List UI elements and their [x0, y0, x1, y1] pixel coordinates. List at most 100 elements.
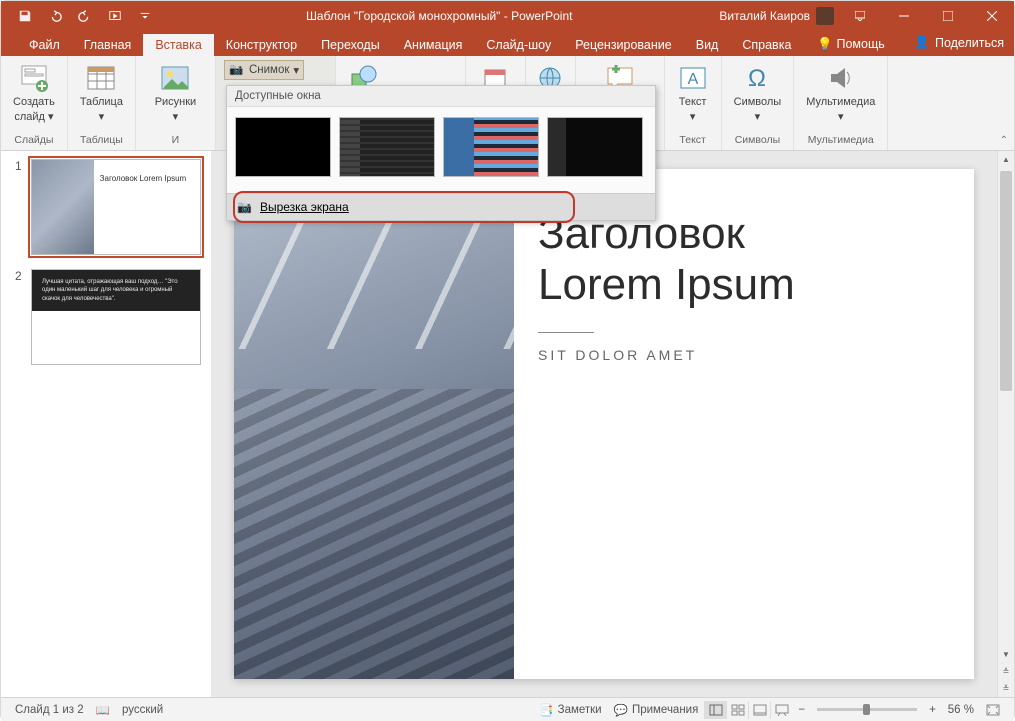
slide-text-area[interactable]: Заголовок Lorem Ipsum SIT DOLOR AMET — [514, 169, 974, 679]
share-icon: 👤 — [914, 35, 930, 50]
thumb-preview-2: Лучшая цитата, отражающая ваш подход… "Э… — [31, 269, 201, 365]
group-tables: Таблица▾ Таблицы — [68, 56, 136, 150]
table-icon — [85, 62, 117, 94]
group-images-label: И — [172, 132, 180, 148]
prev-slide-button[interactable]: ≙ — [998, 663, 1014, 680]
qat-customize-button[interactable] — [131, 2, 159, 30]
slide-editor[interactable]: Заголовок Lorem Ipsum SIT DOLOR AMET — [211, 151, 997, 697]
next-slide-button[interactable]: ≚ — [998, 680, 1014, 697]
new-slide-icon — [18, 62, 50, 94]
book-icon: 📖 — [96, 703, 110, 717]
camera-icon: 📷 — [229, 62, 245, 78]
slide-thumb-1[interactable]: 1 Заголовок Lorem Ipsum — [15, 159, 207, 255]
notes-button[interactable]: 📑Заметки — [533, 703, 607, 717]
symbols-button[interactable]: Ω Символы▾ — [730, 60, 786, 126]
account-area[interactable]: Виталий Каиров — [719, 7, 838, 25]
screen-clipping-button[interactable]: 📷 Вырезка экрана — [227, 193, 655, 220]
save-button[interactable] — [11, 2, 39, 30]
slideshow-view-button[interactable] — [770, 701, 792, 719]
user-avatar — [816, 7, 834, 25]
chevron-down-icon: ▾ — [293, 63, 299, 77]
current-slide: Заголовок Lorem Ipsum SIT DOLOR AMET — [234, 169, 974, 679]
group-slides: Создать слайд ▾ Слайды — [1, 56, 68, 150]
slide-subtitle[interactable]: SIT DOLOR AMET — [538, 347, 950, 363]
window-thumb-1[interactable] — [235, 117, 331, 177]
fit-to-window-button[interactable] — [980, 704, 1006, 716]
language-button[interactable]: русский — [116, 704, 169, 716]
media-button[interactable]: Мультимедиа▾ — [802, 60, 879, 126]
scroll-up-button[interactable]: ▲ — [998, 151, 1014, 168]
text-box-button[interactable]: A Текст▾ — [673, 60, 713, 126]
ribbon-tabs: Файл Главная Вставка Конструктор Переход… — [1, 31, 1014, 56]
group-media: Мультимедиа▾ Мультимедиа — [794, 56, 888, 150]
tab-insert[interactable]: Вставка — [143, 34, 213, 56]
window-title: Шаблон "Городской монохромный" - PowerPo… — [159, 9, 719, 23]
tell-me-button[interactable]: 💡 Помощь — [805, 33, 896, 56]
workspace: 1 Заголовок Lorem Ipsum 2 Лучшая цитата,… — [1, 151, 1014, 697]
lightbulb-icon: 💡 — [817, 37, 833, 51]
user-name: Виталий Каиров — [719, 9, 810, 23]
screenshot-dropdown: Доступные окна 📷 Вырезка экрана — [226, 85, 656, 221]
quick-access-toolbar — [1, 2, 159, 30]
tab-review[interactable]: Рецензирование — [563, 34, 684, 56]
zoom-level[interactable]: 56 % — [942, 704, 980, 716]
speaker-icon — [825, 62, 857, 94]
thumb-preview-1: Заголовок Lorem Ipsum — [31, 159, 201, 255]
pictures-button[interactable]: Рисунки▾ — [151, 60, 201, 126]
statusbar: Слайд 1 из 2 📖 русский 📑Заметки 💬Примеча… — [1, 697, 1014, 721]
redo-button[interactable] — [71, 2, 99, 30]
comments-icon: 💬 — [614, 703, 628, 717]
tab-help[interactable]: Справка — [730, 34, 803, 56]
minimize-button[interactable] — [882, 1, 926, 31]
comments-button[interactable]: 💬Примечания — [608, 703, 705, 717]
scroll-thumb[interactable] — [1000, 171, 1012, 391]
spellcheck-button[interactable]: 📖 — [90, 703, 116, 717]
ribbon-display-options-button[interactable] — [838, 1, 882, 31]
titlebar: Шаблон "Городской монохромный" - PowerPo… — [1, 1, 1014, 31]
tab-file[interactable]: Файл — [17, 34, 72, 56]
window-thumb-4[interactable] — [547, 117, 643, 177]
zoom-slider[interactable] — [817, 708, 917, 711]
svg-text:Ω: Ω — [748, 65, 766, 92]
omega-icon: Ω — [741, 62, 773, 94]
slide-thumb-2[interactable]: 2 Лучшая цитата, отражающая ваш подход… … — [15, 269, 207, 365]
divider — [538, 332, 594, 333]
picture-icon — [159, 62, 191, 94]
group-symbols: Ω Символы▾ Символы — [722, 56, 795, 150]
group-images: Рисунки▾ И — [136, 56, 216, 150]
available-windows-list — [227, 107, 655, 193]
tab-transitions[interactable]: Переходы — [309, 34, 392, 56]
undo-button[interactable] — [41, 2, 69, 30]
collapse-ribbon-button[interactable]: ⌃ — [1000, 135, 1008, 146]
scroll-down-button[interactable]: ▼ — [998, 646, 1014, 663]
reading-view-button[interactable] — [748, 701, 770, 719]
screenshot-button[interactable]: 📷 Снимок ▾ — [224, 60, 304, 80]
notes-icon: 📑 — [539, 703, 553, 717]
tab-view[interactable]: Вид — [684, 34, 731, 56]
share-button[interactable]: 👤 Поделиться — [914, 35, 1004, 50]
new-slide-button[interactable]: Создать слайд ▾ — [9, 60, 59, 126]
table-button[interactable]: Таблица▾ — [76, 60, 127, 126]
vertical-scrollbar[interactable]: ▲ ▼ ≙ ≚ — [997, 151, 1014, 697]
zoom-out-button[interactable]: − — [792, 704, 811, 716]
start-from-beginning-button[interactable] — [101, 2, 129, 30]
slide-counter[interactable]: Слайд 1 из 2 — [9, 704, 90, 716]
tab-home[interactable]: Главная — [72, 34, 144, 56]
ribbon: Создать слайд ▾ Слайды Таблица▾ Таблицы … — [1, 56, 1014, 151]
normal-view-button[interactable] — [704, 701, 726, 719]
camera-plus-icon: 📷 — [237, 200, 252, 214]
tab-animations[interactable]: Анимация — [392, 34, 475, 56]
zoom-in-button[interactable]: + — [923, 704, 942, 716]
slide-thumbnail-pane[interactable]: 1 Заголовок Lorem Ipsum 2 Лучшая цитата,… — [1, 151, 211, 697]
maximize-button[interactable] — [926, 1, 970, 31]
svg-text:A: A — [687, 71, 698, 88]
window-thumb-2[interactable] — [339, 117, 435, 177]
window-thumb-3[interactable] — [443, 117, 539, 177]
group-text: A Текст▾ Текст — [665, 56, 722, 150]
slide-sorter-button[interactable] — [726, 701, 748, 719]
tab-design[interactable]: Конструктор — [214, 34, 309, 56]
slide-title[interactable]: Заголовок Lorem Ipsum — [538, 209, 950, 310]
slide-image-placeholder[interactable] — [234, 169, 514, 679]
tab-slideshow[interactable]: Слайд-шоу — [474, 34, 563, 56]
close-button[interactable] — [970, 1, 1014, 31]
